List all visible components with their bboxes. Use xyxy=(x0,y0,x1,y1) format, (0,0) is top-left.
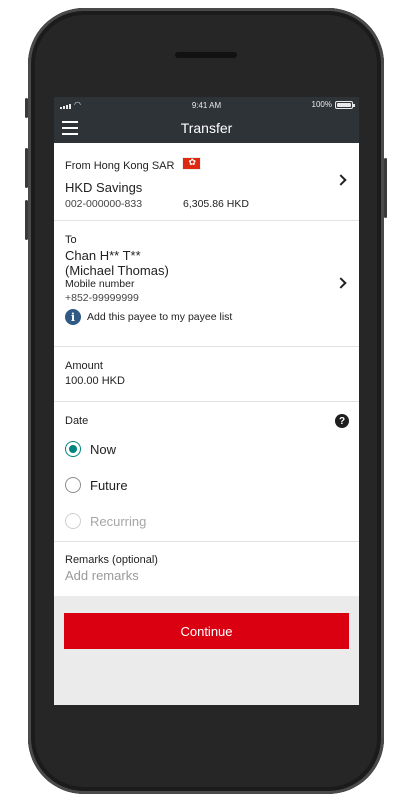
date-option-label: Now xyxy=(90,441,117,457)
from-account-section[interactable]: From Hong Kong SAR HKD Savings 002-00000… xyxy=(54,143,359,221)
hamburger-icon[interactable] xyxy=(62,121,78,135)
payee-method: Mobile number xyxy=(65,278,135,290)
status-bar: ◠ 9:41 AM 100% xyxy=(54,97,359,113)
remarks-section[interactable]: Remarks (optional) Add remarks xyxy=(54,542,359,596)
earpiece-speaker xyxy=(175,52,237,58)
battery-percent: 100% xyxy=(311,100,332,109)
page-title: Transfer xyxy=(180,120,233,136)
payee-alias: (Michael Thomas) xyxy=(65,263,169,278)
info-icon: i xyxy=(65,309,81,325)
add-payee-label: Add this payee to my payee list xyxy=(87,311,233,323)
screen: ◠ 9:41 AM 100% Transfer From Hong Kong S… xyxy=(54,97,359,705)
date-option-label: Future xyxy=(90,477,128,493)
from-account-number: 002-000000-833 xyxy=(65,198,143,210)
mute-switch xyxy=(25,98,28,118)
status-time: 9:41 AM xyxy=(191,100,222,110)
payee-name: Chan H** T** xyxy=(65,248,141,263)
wifi-icon: ◠ xyxy=(74,100,81,109)
from-account-name: HKD Savings xyxy=(65,180,143,195)
volume-down-button xyxy=(25,200,28,240)
from-label: From Hong Kong SAR xyxy=(65,160,175,172)
power-button xyxy=(384,158,387,218)
battery-icon xyxy=(335,100,355,109)
remarks-label: Remarks (optional) xyxy=(65,554,158,566)
radio-recurring xyxy=(65,513,81,529)
payee-phone: +852-99999999 xyxy=(65,292,139,304)
help-icon[interactable]: ? xyxy=(335,414,349,428)
date-option-future[interactable]: Future xyxy=(65,467,345,503)
date-option-recurring: Recurring xyxy=(65,503,345,539)
to-payee-section[interactable]: To Chan H** T** (Michael Thomas) Mobile … xyxy=(54,221,359,347)
radio-future[interactable] xyxy=(65,477,81,493)
remarks-input[interactable]: Add remarks xyxy=(65,568,345,583)
app-bar: Transfer xyxy=(54,113,359,143)
add-payee-link[interactable]: i Add this payee to my payee list xyxy=(65,309,345,325)
signal-icon xyxy=(60,104,71,109)
hk-flag-icon xyxy=(182,157,202,171)
amount-section[interactable]: Amount 100.00 HKD xyxy=(54,347,359,402)
amount-value: 100.00 HKD xyxy=(65,375,125,387)
radio-now[interactable] xyxy=(65,441,81,457)
transfer-form: From Hong Kong SAR HKD Savings 002-00000… xyxy=(54,143,359,596)
date-label: Date xyxy=(65,415,89,427)
date-section: Date ? Now Future Recurring xyxy=(54,402,359,542)
date-option-label: Recurring xyxy=(90,513,147,529)
date-option-now[interactable]: Now xyxy=(65,431,345,467)
from-account-balance: 6,305.86 HKD xyxy=(183,198,249,210)
amount-label: Amount xyxy=(65,360,103,372)
to-label: To xyxy=(65,234,77,246)
volume-up-button xyxy=(25,148,28,188)
footer: Continue xyxy=(54,596,359,705)
continue-button[interactable]: Continue xyxy=(64,613,349,649)
